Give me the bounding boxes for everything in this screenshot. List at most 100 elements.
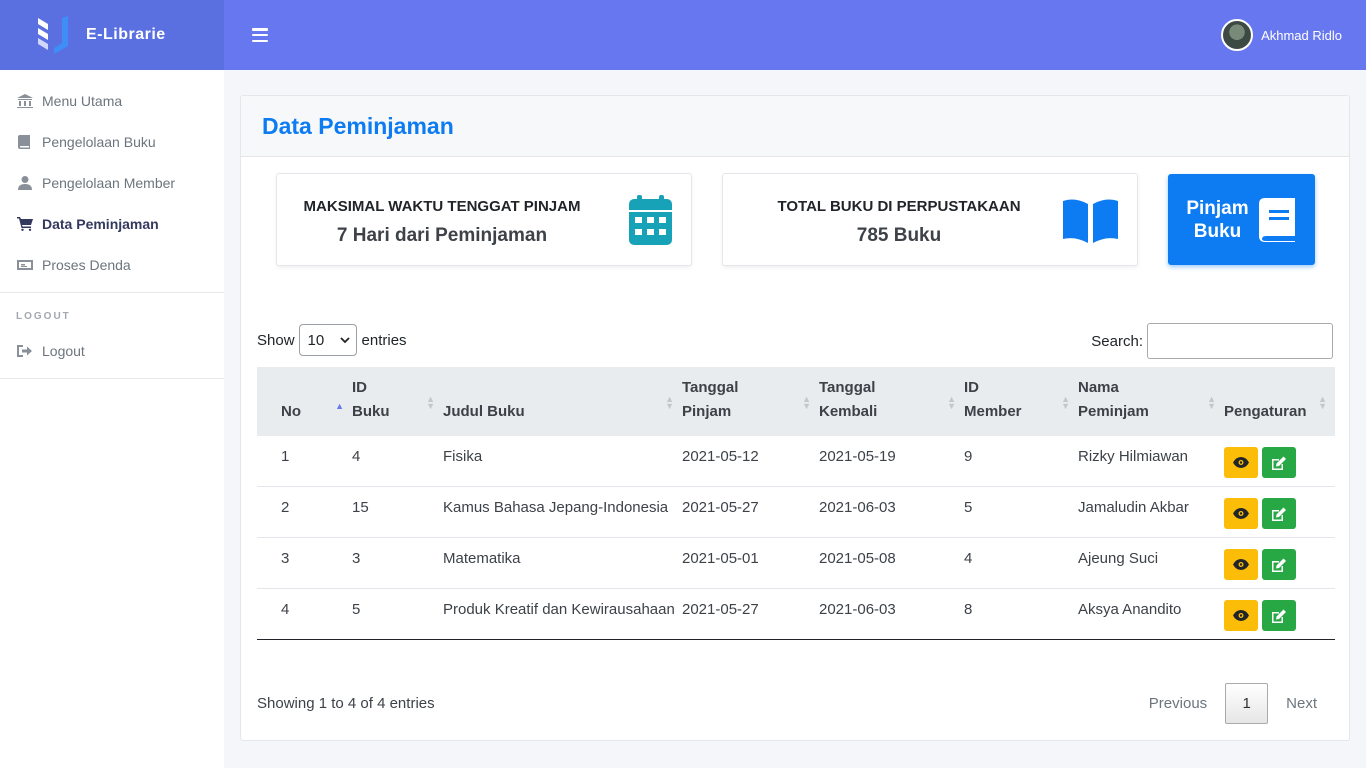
money-icon: [16, 257, 34, 273]
edit-button[interactable]: [1262, 498, 1296, 529]
menu-toggle-icon[interactable]: [252, 28, 268, 42]
view-button[interactable]: [1224, 447, 1258, 478]
museum-icon: [16, 93, 34, 109]
search-input[interactable]: [1147, 323, 1333, 359]
app-name: E-Librarie: [86, 26, 166, 43]
edit-button[interactable]: [1262, 447, 1296, 478]
cell-actions: [1224, 538, 1335, 589]
sidebar-item-pengelolaan-member[interactable]: Pengelolaan Member: [0, 162, 224, 203]
edit-button[interactable]: [1262, 600, 1296, 631]
sidebar-item-proses-denda[interactable]: Proses Denda: [0, 244, 224, 285]
top-navbar: Akhmad Ridlo: [224, 0, 1366, 70]
brand[interactable]: E-Librarie: [0, 0, 224, 70]
loan-table: No ▲ ID Buku ▲ ▼ Judul Buku ▲ ▼ Tanggal Pinjam ▲…: [257, 367, 1335, 640]
table-header-row: No ▲ ID Buku ▲ ▼ Judul Buku ▲ ▼ Tanggal Pinjam ▲…: [257, 367, 1335, 436]
user-icon: [16, 175, 34, 191]
eye-icon: [1233, 457, 1249, 468]
edit-icon: [1272, 558, 1286, 572]
sort-icon: ▲ ▼: [665, 394, 674, 411]
col-header-id-buku[interactable]: ID Buku ▲ ▼: [352, 367, 443, 436]
sidebar-item-label: Menu Utama: [42, 92, 123, 109]
cell-actions: [1224, 487, 1335, 538]
eye-icon: [1233, 610, 1249, 621]
cell-actions: [1224, 589, 1335, 640]
cell-tanggal-kembali: 2021-06-03: [819, 499, 896, 516]
sort-asc-icon: ▲: [335, 401, 344, 411]
table-row: 2 15 Kamus Bahasa Jepang-Indonesia 2021-…: [257, 487, 1335, 538]
stat-value: 7 Hari dari Peminjaman: [336, 225, 548, 246]
view-button[interactable]: [1224, 498, 1258, 529]
cell-id-member: 4: [964, 550, 973, 567]
next-button[interactable]: Next: [1270, 683, 1333, 724]
cell-actions: [1224, 436, 1335, 487]
sidebar-item-pengelolaan-buku[interactable]: Pengelolaan Buku: [0, 121, 224, 162]
col-header-id-member[interactable]: ID Member ▲ ▼: [964, 367, 1078, 436]
cell-tanggal-kembali: 2021-05-19: [819, 448, 896, 465]
sort-icon: ▲ ▼: [1207, 394, 1216, 411]
avatar: [1221, 19, 1254, 51]
view-button[interactable]: [1224, 549, 1258, 580]
sidebar: Menu Utama Pengelolaan Buku Pengelolaan …: [0, 70, 224, 768]
cell-id-buku: 4: [352, 448, 361, 465]
cart-icon: [16, 216, 34, 232]
sidebar-item-label: Proses Denda: [42, 256, 131, 273]
col-header-tanggal-kembali[interactable]: Tanggal Kembali ▲ ▼: [819, 367, 964, 436]
user-menu[interactable]: Akhmad Ridlo: [1221, 19, 1342, 51]
main-card: Data Peminjaman MAKSIMAL WAKTU TENGGAT P…: [240, 95, 1350, 741]
book-icon: [16, 134, 34, 150]
col-header-nama-peminjam[interactable]: Nama Peminjam ▲ ▼: [1078, 367, 1224, 436]
cell-id-buku: 3: [352, 550, 361, 567]
table-info: Showing 1 to 4 of 4 entries: [257, 695, 435, 712]
cell-nama: Rizky Hilmiawan: [1078, 448, 1189, 465]
sidebar-section-header: LOGOUT: [16, 311, 71, 322]
table-row: 3 3 Matematika 2021-05-01 2021-05-08 4 A…: [257, 538, 1335, 589]
sidebar-item-logout[interactable]: Logout: [0, 330, 224, 371]
col-header-tanggal-pinjam[interactable]: Tanggal Pinjam ▲ ▼: [682, 367, 819, 436]
logout-icon: [16, 343, 34, 359]
cell-tanggal-pinjam: 2021-05-01: [682, 550, 759, 567]
edit-icon: [1272, 609, 1286, 623]
cell-id-member: 9: [964, 448, 973, 465]
search-label: Search:: [1091, 332, 1143, 350]
sidebar-item-label: Data Peminjaman: [42, 215, 159, 232]
sidebar-item-menu-utama[interactable]: Menu Utama: [0, 80, 224, 121]
stat-label: MAKSIMAL WAKTU TENGGAT PINJAM: [303, 198, 581, 215]
pinjam-buku-button[interactable]: Pinjam Buku: [1168, 174, 1315, 265]
calendar-icon: [629, 195, 672, 245]
cell-tanggal-kembali: 2021-05-08: [819, 550, 896, 567]
cell-nama: Jamaludin Akbar: [1078, 499, 1189, 516]
page-title: Data Peminjaman: [262, 112, 454, 139]
sidebar-item-label: Pengelolaan Member: [42, 174, 176, 191]
col-header-judul-buku[interactable]: Judul Buku ▲ ▼: [443, 367, 682, 436]
cell-judul: Fisika: [443, 448, 483, 465]
cell-no: 2: [281, 499, 290, 516]
sidebar-item-data-peminjaman[interactable]: Data Peminjaman: [0, 203, 224, 244]
table-row: 1 4 Fisika 2021-05-12 2021-05-19 9 Rizky…: [257, 436, 1335, 487]
entries-label: entries: [361, 331, 407, 349]
stat-card-total-books: TOTAL BUKU DI PERPUSTAKAAN 785 Buku: [722, 173, 1138, 266]
cell-no: 4: [281, 601, 290, 618]
cell-id-buku: 5: [352, 601, 361, 618]
stat-card-max-loan: MAKSIMAL WAKTU TENGGAT PINJAM 7 Hari dar…: [276, 173, 692, 266]
col-header-no[interactable]: No ▲: [257, 367, 352, 436]
app-logo-icon: [38, 16, 68, 54]
cell-nama: Aksya Anandito: [1078, 601, 1182, 618]
edit-button[interactable]: [1262, 549, 1296, 580]
sort-icon: ▲ ▼: [1318, 394, 1327, 411]
col-header-pengaturan[interactable]: Pengaturan ▲ ▼: [1224, 367, 1335, 436]
view-button[interactable]: [1224, 600, 1258, 631]
eye-icon: [1233, 508, 1249, 519]
entries-select[interactable]: 10: [298, 324, 357, 356]
cell-judul: Kamus Bahasa Jepang-Indonesia: [443, 499, 669, 516]
cell-judul: Produk Kreatif dan Kewirausahaan: [443, 601, 675, 618]
sort-icon: ▲ ▼: [947, 394, 956, 411]
previous-button[interactable]: Previous: [1133, 683, 1223, 724]
search-control: Search:: [1091, 323, 1333, 359]
cell-id-member: 5: [964, 499, 973, 516]
sort-icon: ▲ ▼: [802, 394, 811, 411]
stat-label: TOTAL BUKU DI PERPUSTAKAAN: [777, 198, 1021, 215]
sort-icon: ▲ ▼: [1061, 394, 1070, 411]
page-1-button[interactable]: 1: [1225, 683, 1269, 724]
edit-icon: [1272, 507, 1286, 521]
pagination: Previous 1 Next: [1133, 683, 1333, 724]
